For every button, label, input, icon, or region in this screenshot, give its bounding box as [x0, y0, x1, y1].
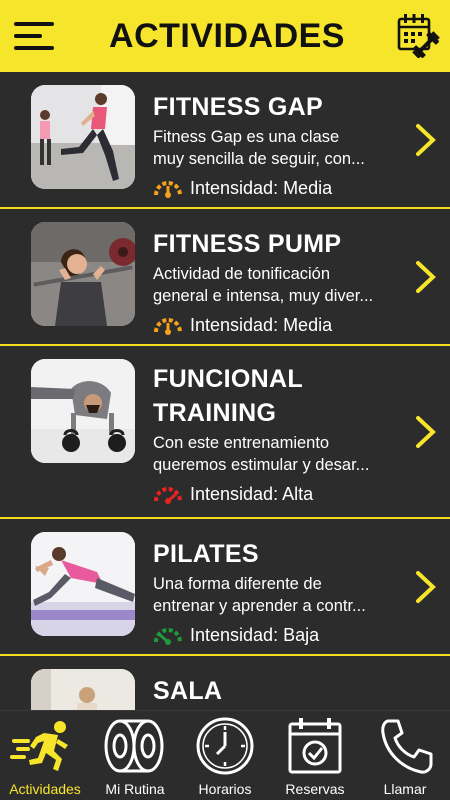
intensity-gauge-icon: [154, 628, 182, 645]
intensity-label: Intensidad: Media: [190, 177, 333, 198]
activity-name: FITNESS GAP: [153, 93, 323, 121]
tab-reservas[interactable]: Reservas: [270, 711, 360, 800]
running-person-icon: [10, 721, 68, 771]
activity-name: FUNCIONAL TRAINING: [153, 365, 303, 427]
tab-label: Reservas: [285, 781, 345, 797]
tab-mi-rutina[interactable]: Mi Rutina: [90, 711, 180, 800]
activity-photo-sala: [31, 669, 135, 710]
chevron-right-icon[interactable]: [414, 259, 438, 295]
calendar-dumbbell-icon[interactable]: [396, 12, 440, 58]
chevron-right-icon[interactable]: [414, 414, 438, 450]
weight-plates-icon: [104, 719, 164, 773]
tab-actividades[interactable]: Actividades: [0, 711, 90, 800]
activity-description: Una forma diferente de entrenar y aprend…: [153, 575, 366, 615]
bottom-tab-bar: Actividades Mi Rutina Horarios Reservas …: [0, 710, 450, 800]
activity-photo-fitness-gap: [31, 85, 135, 189]
activity-description: Actividad de tonificación general e inte…: [153, 265, 374, 305]
activity-name: SALA: [153, 677, 223, 705]
tab-label: Llamar: [383, 781, 427, 797]
activity-item-fitness-gap[interactable]: FITNESS GAP Fitness Gap es una clase muy…: [0, 72, 450, 209]
activity-photo-fitness-pump: [31, 222, 135, 326]
tab-label: Actividades: [9, 781, 81, 797]
clock-icon: [196, 717, 254, 775]
activity-list[interactable]: FITNESS GAP Fitness Gap es una clase muy…: [0, 72, 450, 710]
activity-item-pilates[interactable]: PILATES Una forma diferente de entrenar …: [0, 519, 450, 656]
phone-icon: [381, 719, 433, 774]
activity-item-funcional-training[interactable]: FUNCIONAL TRAINING Con este entrenamient…: [0, 346, 450, 519]
tab-llamar[interactable]: Llamar: [360, 711, 450, 800]
intensity-gauge-icon: [154, 487, 182, 504]
intensity-gauge-icon: [154, 181, 182, 198]
tab-label: Mi Rutina: [105, 781, 165, 797]
activity-name: FITNESS PUMP: [153, 230, 342, 258]
activity-photo-funcional-training: [31, 359, 135, 463]
activity-description: Fitness Gap es una clase muy sencilla de…: [153, 128, 365, 168]
activity-name: PILATES: [153, 540, 259, 568]
calendar-check-icon: [288, 718, 342, 774]
app-header: ACTIVIDADES: [0, 0, 450, 72]
tab-label: Horarios: [198, 781, 252, 797]
tab-horarios[interactable]: Horarios: [180, 711, 270, 800]
chevron-right-icon[interactable]: [414, 569, 438, 605]
activity-item-fitness-pump[interactable]: FITNESS PUMP Actividad de tonificación g…: [0, 209, 450, 346]
hamburger-menu-icon[interactable]: [14, 18, 56, 54]
intensity-label: Intensidad: Media: [190, 314, 333, 335]
intensity-label: Intensidad: Baja: [190, 624, 320, 645]
chevron-right-icon[interactable]: [414, 122, 438, 158]
activity-description: Con este entrenamiento queremos estimula…: [153, 434, 370, 474]
activity-photo-pilates: [31, 532, 135, 636]
activity-item-sala[interactable]: SALA: [0, 656, 450, 710]
intensity-label: Intensidad: Alta: [190, 483, 314, 504]
page-title: ACTIVIDADES: [109, 16, 345, 55]
intensity-gauge-icon: [154, 318, 182, 335]
